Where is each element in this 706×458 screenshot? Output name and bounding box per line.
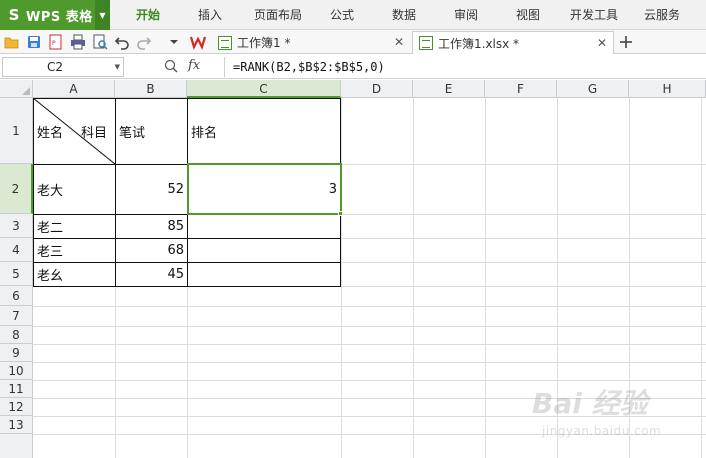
table-border	[33, 286, 341, 287]
menu-cloud-services[interactable]: 云服务	[634, 0, 690, 30]
row-header-8[interactable]: 8	[0, 326, 33, 344]
column-header-f[interactable]: F	[485, 80, 557, 98]
app-menu-button[interactable]: S WPS 表格 ▼	[0, 0, 110, 30]
spreadsheet-grid[interactable]: A B C D E F G H 1 2 3 4 5 6 7 8 9 10 11 …	[0, 80, 706, 458]
cell-b2[interactable]: 52	[116, 165, 187, 214]
menu-formulas[interactable]: 公式	[318, 0, 366, 30]
column-header-c[interactable]: C	[187, 80, 341, 98]
row-header-3[interactable]: 3	[0, 214, 33, 238]
svg-text:P: P	[52, 40, 56, 47]
document-icon	[419, 36, 433, 50]
cell-a1-name[interactable]: 姓名	[34, 120, 74, 142]
column-header-b[interactable]: B	[115, 80, 187, 98]
cell-b5[interactable]: 45	[116, 263, 187, 286]
cell-a3[interactable]: 老二	[34, 215, 115, 238]
cell-a2[interactable]: 老大	[34, 165, 115, 214]
row-header-12[interactable]: 12	[0, 398, 33, 416]
quick-access-toolbar: P 工作簿1 * ✕ 工作簿1.xlsx * ✕	[0, 30, 706, 54]
tab-label: 工作簿1 *	[237, 36, 291, 50]
redo-icon[interactable]	[136, 34, 152, 50]
row-header-10[interactable]: 10	[0, 362, 33, 380]
tab-label: 工作簿1.xlsx *	[438, 36, 520, 51]
column-header-a[interactable]: A	[33, 80, 115, 98]
gridline	[33, 344, 706, 345]
baidu-watermark: Bai 经验 jingyan.baidu.com	[532, 378, 702, 448]
insert-function-button[interactable]: fx	[188, 58, 200, 73]
column-header-d[interactable]: D	[341, 80, 413, 98]
gridline	[485, 98, 486, 458]
watermark-subtext: jingyan.baidu.com	[542, 424, 662, 438]
cell-b1[interactable]: 笔试	[116, 99, 187, 164]
pdf-export-icon[interactable]: P	[48, 34, 64, 50]
row-header-9[interactable]: 9	[0, 344, 33, 362]
cell-b4[interactable]: 68	[116, 239, 187, 262]
print-preview-icon[interactable]	[92, 34, 108, 50]
row-header-6[interactable]: 6	[0, 286, 33, 306]
menu-page-layout[interactable]: 页面布局	[246, 0, 310, 30]
chevron-down-icon[interactable]: ▼	[95, 0, 110, 30]
menu-data[interactable]: 数据	[380, 0, 428, 30]
wps-logo-icon[interactable]	[190, 34, 206, 50]
menu-insert[interactable]: 插入	[186, 0, 234, 30]
zoom-formula-icon[interactable]	[164, 59, 178, 73]
row-header-5[interactable]: 5	[0, 262, 33, 286]
row-header-4[interactable]: 4	[0, 238, 33, 262]
gridline	[341, 98, 342, 458]
cell-a4[interactable]: 老三	[34, 239, 115, 262]
undo-icon[interactable]	[114, 34, 130, 50]
cell-a1-subject[interactable]: 科目	[78, 120, 116, 142]
gridline	[33, 326, 706, 327]
document-icon	[218, 35, 232, 50]
close-icon[interactable]: ✕	[394, 35, 404, 49]
formula-input[interactable]: =RANK(B2,$B$2:$B$5,0)	[224, 57, 704, 77]
fill-handle[interactable]	[338, 211, 343, 216]
dropdown-icon[interactable]	[166, 34, 182, 50]
column-header-h[interactable]: H	[629, 80, 706, 98]
gridline	[33, 306, 706, 307]
active-cell-selection	[187, 163, 342, 215]
print-icon[interactable]	[70, 34, 86, 50]
row-header-1[interactable]: 1	[0, 98, 33, 164]
row-header-7[interactable]: 7	[0, 306, 33, 326]
menu-bar: S WPS 表格 ▼ 开始 插入 页面布局 公式 数据 审阅 视图 开发工具 云…	[0, 0, 706, 30]
menu-home[interactable]: 开始	[124, 0, 172, 30]
menu-review[interactable]: 审阅	[442, 0, 490, 30]
wps-spreadsheet-window: S WPS 表格 ▼ 开始 插入 页面布局 公式 数据 审阅 视图 开发工具 云…	[0, 0, 706, 458]
row-header-13[interactable]: 13	[0, 416, 33, 434]
row-header-11[interactable]: 11	[0, 380, 33, 398]
chevron-down-icon[interactable]: ▼	[115, 58, 120, 76]
gridline	[33, 362, 706, 363]
menu-developer-tools[interactable]: 开发工具	[562, 0, 626, 30]
row-header-14[interactable]	[0, 434, 33, 458]
name-box[interactable]: C2 ▼	[2, 57, 124, 77]
cell-c1[interactable]: 排名	[188, 99, 340, 164]
open-folder-icon[interactable]	[4, 34, 20, 50]
watermark-text: Bai 经验	[532, 387, 648, 420]
row-header-2[interactable]: 2	[0, 164, 33, 214]
tab-workbook1[interactable]: 工作簿1 * ✕	[212, 31, 410, 54]
add-tab-icon[interactable]	[618, 34, 634, 50]
close-icon[interactable]: ✕	[597, 36, 607, 50]
cell-a5[interactable]: 老幺	[34, 263, 115, 286]
gridline	[413, 98, 414, 458]
column-header-e[interactable]: E	[413, 80, 485, 98]
select-all-corner[interactable]	[0, 80, 33, 98]
save-icon[interactable]	[26, 34, 42, 50]
wps-s-logo-icon: S	[8, 6, 20, 24]
column-header-g[interactable]: G	[557, 80, 629, 98]
formula-bar: C2 ▼ fx =RANK(B2,$B$2:$B$5,0)	[0, 55, 706, 79]
app-name: WPS 表格	[26, 9, 93, 25]
cell-b3[interactable]: 85	[116, 215, 187, 238]
name-box-value: C2	[47, 60, 64, 74]
tab-workbook1-xlsx[interactable]: 工作簿1.xlsx * ✕	[412, 31, 614, 54]
menu-view[interactable]: 视图	[504, 0, 552, 30]
